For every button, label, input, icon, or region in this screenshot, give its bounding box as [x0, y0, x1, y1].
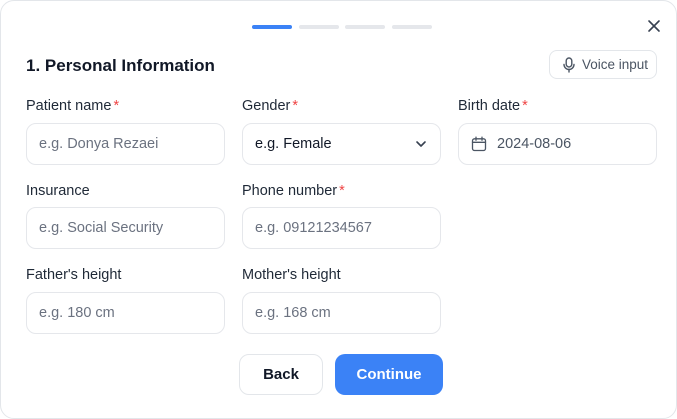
section-title: 1. Personal Information [26, 56, 215, 75]
mother-height-placeholder: e.g. 168 cm [255, 305, 331, 321]
gender-select[interactable]: e.g. Female [242, 123, 441, 165]
gender-label-text: Gender [242, 98, 291, 114]
mother-height-field[interactable]: e.g. 168 cm [242, 292, 441, 334]
close-icon [648, 20, 660, 32]
insurance-label: Insurance [26, 183, 90, 199]
voice-input-label: Voice input [582, 57, 649, 72]
microphone-icon [563, 56, 575, 73]
patient-name-field[interactable]: e.g. Donya Rezaei [26, 123, 225, 165]
insurance-field[interactable]: e.g. Social Security [26, 207, 225, 249]
voice-input-button[interactable]: Voice input [549, 50, 657, 79]
phone-number-label: Phone number * [242, 183, 345, 199]
close-button[interactable] [642, 14, 666, 38]
father-height-placeholder: e.g. 180 cm [39, 305, 115, 321]
step-3-indicator [345, 25, 385, 29]
personal-info-dialog: 1. Personal Information Voice input Pati… [0, 0, 677, 419]
birth-date-label: Birth date * [458, 98, 528, 114]
gender-selected-value: e.g. Female [255, 136, 332, 152]
back-button[interactable]: Back [239, 354, 323, 395]
calendar-icon [471, 136, 487, 152]
required-marker: * [339, 183, 345, 199]
mother-height-label-text: Mother's height [242, 267, 341, 283]
step-2-indicator [299, 25, 339, 29]
father-height-label: Father's height [26, 267, 121, 283]
step-4-indicator [392, 25, 432, 29]
phone-number-field[interactable]: e.g. 09121234567 [242, 207, 441, 249]
patient-name-label: Patient name * [26, 98, 119, 114]
gender-label: Gender * [242, 98, 298, 114]
father-height-field[interactable]: e.g. 180 cm [26, 292, 225, 334]
phone-number-label-text: Phone number [242, 183, 338, 199]
chevron-down-icon [416, 141, 426, 147]
mother-height-label: Mother's height [242, 267, 341, 283]
patient-name-placeholder: e.g. Donya Rezaei [39, 136, 159, 152]
insurance-label-text: Insurance [26, 183, 90, 199]
required-marker: * [292, 98, 299, 114]
required-marker: * [522, 98, 528, 114]
patient-name-label-text: Patient name [26, 98, 112, 114]
step-1-indicator [252, 25, 292, 29]
required-marker: * [113, 98, 120, 114]
father-height-label-text: Father's height [26, 267, 122, 283]
phone-number-placeholder: e.g. 09121234567 [255, 220, 372, 236]
insurance-placeholder: e.g. Social Security [39, 220, 164, 236]
birth-date-value: 2024-08-06 [497, 136, 572, 152]
birth-date-label-text: Birth date [458, 98, 521, 114]
continue-button[interactable]: Continue [335, 354, 443, 395]
birth-date-field[interactable]: 2024-08-06 [458, 123, 657, 165]
